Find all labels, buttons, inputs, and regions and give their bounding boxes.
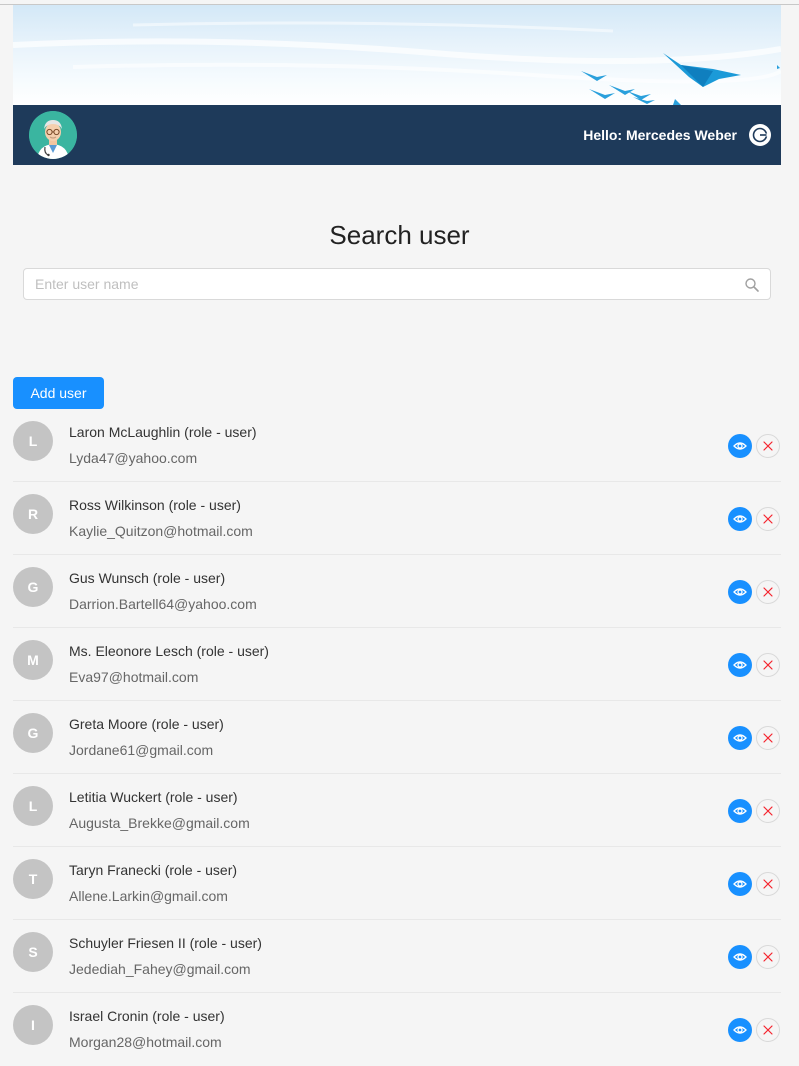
delete-user-button[interactable] bbox=[756, 653, 780, 677]
view-user-button[interactable] bbox=[728, 872, 752, 896]
view-user-button[interactable] bbox=[728, 945, 752, 969]
search-icon[interactable] bbox=[744, 277, 760, 293]
view-user-button[interactable] bbox=[728, 653, 752, 677]
user-name: Ms. Eleonore Lesch (role - user) bbox=[69, 643, 269, 659]
user-email: Darrion.Bartell64@yahoo.com bbox=[69, 596, 257, 612]
user-avatar: I bbox=[13, 1005, 53, 1045]
view-user-button[interactable] bbox=[728, 799, 752, 823]
eye-icon bbox=[733, 442, 747, 450]
user-name: Greta Moore (role - user) bbox=[69, 716, 224, 732]
view-user-button[interactable] bbox=[728, 434, 752, 458]
close-icon bbox=[763, 733, 773, 743]
eye-icon bbox=[733, 588, 747, 596]
page-header: Hello: Mercedes Weber bbox=[13, 5, 781, 165]
user-list-item: G Greta Moore (role - user) Jordane61@gm… bbox=[13, 701, 781, 774]
eye-icon bbox=[733, 734, 747, 742]
delete-user-button[interactable] bbox=[756, 507, 780, 531]
user-email: Allene.Larkin@gmail.com bbox=[69, 888, 228, 904]
delete-user-button[interactable] bbox=[756, 580, 780, 604]
page-title: Search user bbox=[329, 220, 470, 250]
user-email: Jedediah_Fahey@gmail.com bbox=[69, 961, 251, 977]
user-name: Israel Cronin (role - user) bbox=[69, 1008, 225, 1024]
logout-icon[interactable] bbox=[749, 124, 771, 146]
search-input[interactable] bbox=[24, 269, 735, 299]
greeting-text: Hello: Mercedes Weber bbox=[583, 127, 737, 143]
user-name: Laron McLaughlin (role - user) bbox=[69, 424, 257, 440]
eye-icon bbox=[733, 807, 747, 815]
user-list-item: I Israel Cronin (role - user) Morgan28@h… bbox=[13, 993, 781, 1066]
close-icon bbox=[763, 514, 773, 524]
user-list-item: L Letitia Wuckert (role - user) Augusta_… bbox=[13, 774, 781, 847]
user-avatar: M bbox=[13, 640, 53, 680]
view-user-button[interactable] bbox=[728, 726, 752, 750]
close-icon bbox=[763, 587, 773, 597]
user-avatar: S bbox=[13, 932, 53, 972]
eye-icon bbox=[733, 515, 747, 523]
user-email: Morgan28@hotmail.com bbox=[69, 1034, 222, 1050]
delete-user-button[interactable] bbox=[756, 434, 780, 458]
delete-user-button[interactable] bbox=[756, 872, 780, 896]
user-list-item: T Taryn Franecki (role - user) Allene.La… bbox=[13, 847, 781, 920]
close-icon bbox=[763, 1025, 773, 1035]
user-list-item: S Schuyler Friesen II (role - user) Jede… bbox=[13, 920, 781, 993]
user-email: Augusta_Brekke@gmail.com bbox=[69, 815, 250, 831]
user-avatar: L bbox=[13, 421, 53, 461]
add-user-button[interactable]: Add user bbox=[13, 377, 104, 409]
user-avatar: L bbox=[13, 786, 53, 826]
user-name: Ross Wilkinson (role - user) bbox=[69, 497, 241, 513]
user-email: Lyda47@yahoo.com bbox=[69, 450, 198, 466]
close-icon bbox=[763, 806, 773, 816]
eye-icon bbox=[733, 953, 747, 961]
user-email: Jordane61@gmail.com bbox=[69, 742, 214, 758]
user-name: Taryn Franecki (role - user) bbox=[69, 862, 238, 878]
user-avatar: G bbox=[13, 567, 53, 607]
doctor-avatar-icon[interactable] bbox=[29, 111, 77, 159]
user-bar: Hello: Mercedes Weber bbox=[13, 105, 781, 165]
user-avatar: G bbox=[13, 713, 53, 753]
close-icon bbox=[763, 952, 773, 962]
user-name: Letitia Wuckert (role - user) bbox=[69, 789, 238, 805]
eye-icon bbox=[733, 1026, 747, 1034]
user-name: Gus Wunsch (role - user) bbox=[69, 570, 226, 586]
user-avatar: R bbox=[13, 494, 53, 534]
delete-user-button[interactable] bbox=[756, 726, 780, 750]
close-icon bbox=[763, 441, 773, 451]
eye-icon bbox=[733, 880, 747, 888]
user-list: L Laron McLaughlin (role - user) Lyda47@… bbox=[13, 409, 781, 1066]
user-name: Schuyler Friesen II (role - user) bbox=[69, 935, 262, 951]
delete-user-button[interactable] bbox=[756, 799, 780, 823]
header-banner bbox=[13, 5, 781, 105]
delete-user-button[interactable] bbox=[756, 945, 780, 969]
user-list-item: G Gus Wunsch (role - user) Darrion.Barte… bbox=[13, 555, 781, 628]
search-box bbox=[23, 268, 771, 300]
view-user-button[interactable] bbox=[728, 580, 752, 604]
view-user-button[interactable] bbox=[728, 1018, 752, 1042]
delete-user-button[interactable] bbox=[756, 1018, 780, 1042]
close-icon bbox=[763, 660, 773, 670]
user-list-item: M Ms. Eleonore Lesch (role - user) Eva97… bbox=[13, 628, 781, 701]
eye-icon bbox=[733, 661, 747, 669]
user-list-item: R Ross Wilkinson (role - user) Kaylie_Qu… bbox=[13, 482, 781, 555]
close-icon bbox=[763, 879, 773, 889]
user-email: Kaylie_Quitzon@hotmail.com bbox=[69, 523, 253, 539]
user-email: Eva97@hotmail.com bbox=[69, 669, 199, 685]
view-user-button[interactable] bbox=[728, 507, 752, 531]
user-list-item: L Laron McLaughlin (role - user) Lyda47@… bbox=[13, 409, 781, 482]
user-avatar: T bbox=[13, 859, 53, 899]
sky-birds-illustration bbox=[13, 21, 781, 105]
